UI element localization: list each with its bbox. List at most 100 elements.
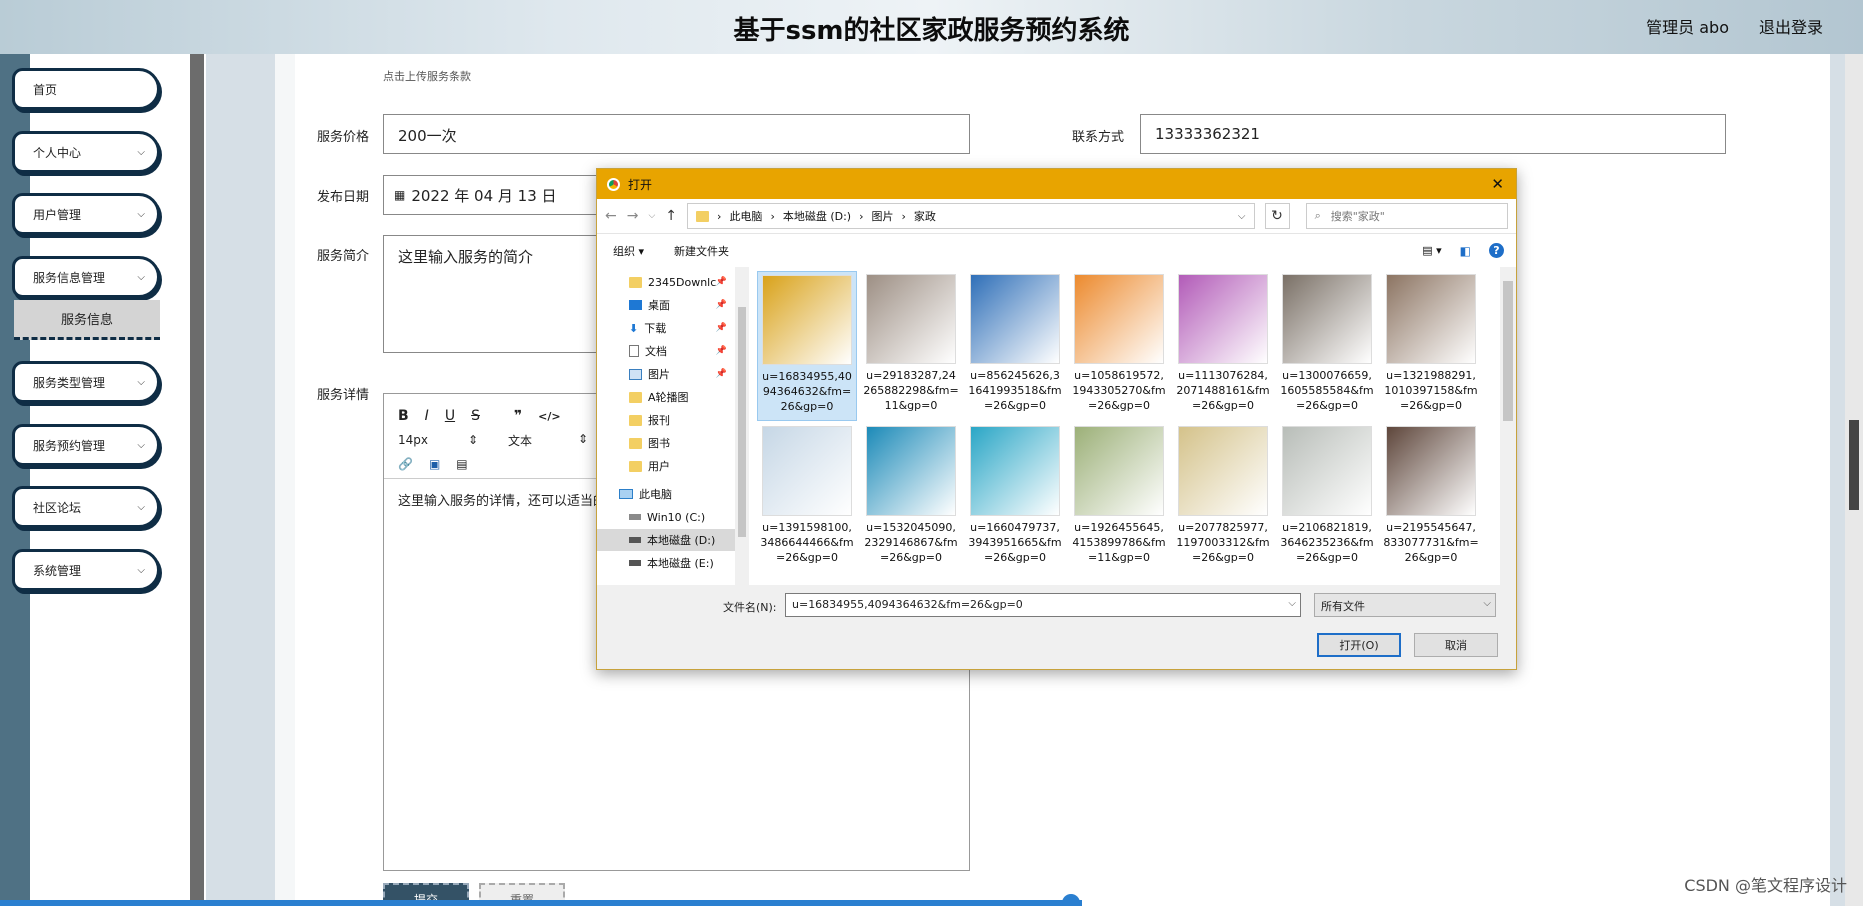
tree-item-documents[interactable]: 文档 📌 [597, 340, 735, 362]
file-thumbnail[interactable]: u=2077825977,1197003312&fm=26&gp=0 [1173, 423, 1273, 573]
file-name: u=2077825977,1197003312&fm=26&gp=0 [1176, 521, 1270, 564]
filetype-select[interactable]: 所有文件 ⌵ [1314, 593, 1496, 617]
tree-label: Win10 (C:) [647, 510, 706, 524]
menu-label: 个人中心 [33, 145, 82, 160]
menu-service-type-management[interactable]: 服务类型管理 ⌵ [12, 361, 160, 403]
breadcrumb-jiazheng[interactable]: 家政 [914, 208, 936, 224]
menu-user-management[interactable]: 用户管理 ⌵ [12, 193, 160, 235]
view-mode-icon[interactable]: ▤ ▾ [1422, 244, 1441, 257]
progress-handle[interactable] [1062, 894, 1080, 906]
bold-icon[interactable]: B [398, 408, 409, 424]
tree-item-desktop[interactable]: 桌面 📌 [597, 294, 735, 316]
quote-icon[interactable]: ❞ [514, 408, 522, 424]
file-thumbnail[interactable]: u=16834955,4094364632&fm=26&gp=0 [757, 271, 857, 421]
file-thumbnail[interactable]: u=1926455645,4153899786&fm=11&gp=0 [1069, 423, 1169, 573]
file-thumbnail[interactable]: u=1113076284,2071488161&fm=26&gp=0 [1173, 271, 1273, 421]
code-icon[interactable]: </> [538, 410, 560, 423]
preview-pane-icon[interactable]: ◧ [1460, 244, 1471, 258]
search-placeholder: 搜索"家政" [1330, 210, 1385, 223]
chrome-icon [607, 177, 620, 191]
submenu-service-info[interactable]: 服务信息 [14, 300, 160, 340]
italic-icon[interactable]: I [425, 408, 429, 424]
file-thumbnail[interactable]: u=1660479737,3943951665&fm=26&gp=0 [965, 423, 1065, 573]
up-arrow-icon[interactable]: ↑ [665, 208, 677, 224]
help-icon[interactable]: ? [1489, 243, 1504, 258]
chevron-down-icon[interactable]: ⌵ [1483, 598, 1491, 609]
font-size-select[interactable]: 14px ⇕ [398, 433, 478, 447]
menu-personal-center[interactable]: 个人中心 ⌵ [12, 131, 160, 173]
link-icon[interactable]: 🔗 [398, 457, 413, 471]
tree-item-drive-c[interactable]: Win10 (C:) [597, 506, 735, 528]
tree-scrollbar-thumb[interactable] [738, 307, 746, 537]
cancel-button[interactable]: 取消 [1414, 633, 1498, 657]
sidebar-scrollbar[interactable] [190, 54, 204, 906]
page-scrollbar-thumb[interactable] [1849, 420, 1859, 510]
breadcrumb-sep: › [901, 209, 906, 223]
format-select[interactable]: 文本 ⇕ [508, 432, 588, 449]
file-thumbnail[interactable]: u=1532045090,2329146867&fm=26&gp=0 [861, 423, 961, 573]
drive-icon [629, 514, 641, 520]
file-thumbnail[interactable]: u=856245626,31641993518&fm=26&gp=0 [965, 271, 1065, 421]
upload-terms-hint[interactable]: 点击上传服务条款 [383, 68, 471, 84]
tree-item-pictures[interactable]: 图片 📌 [597, 363, 735, 385]
organize-label: 组织 [613, 244, 635, 258]
file-thumbnail[interactable]: u=1300076659,1605585584&fm=26&gp=0 [1277, 271, 1377, 421]
tree-item-this-pc[interactable]: 此电脑 [597, 483, 735, 505]
tree-label: 下载 [644, 322, 667, 335]
date-input[interactable]: ▦ 2022 年 04 月 13 日 [383, 175, 603, 215]
search-box[interactable]: ⌕ 搜索"家政" [1305, 203, 1508, 229]
filename-input[interactable]: u=16834955,4094364632&fm=26&gp=0 ⌵ [785, 593, 1301, 617]
tree-item-carousel[interactable]: A轮播图 [597, 386, 735, 408]
menu-label: 系统管理 [33, 563, 82, 578]
back-arrow-icon[interactable]: ← [605, 208, 617, 224]
breadcrumb-pictures[interactable]: 图片 [872, 208, 894, 224]
menu-label: 社区论坛 [33, 500, 82, 515]
breadcrumb-disk-d[interactable]: 本地磁盘 (D:) [783, 208, 851, 224]
address-bar[interactable]: › 此电脑 › 本地磁盘 (D:) › 图片 › 家政 ⌵ [687, 203, 1255, 229]
image-icon[interactable]: ▣ [429, 457, 440, 471]
file-thumbnail[interactable]: u=1321988291,1010397158&fm=26&gp=0 [1381, 271, 1481, 421]
menu-system-management[interactable]: 系统管理 ⌵ [12, 549, 160, 591]
file-open-dialog: 打开 ✕ ← → ⌵ ↑ › 此电脑 › 本地磁盘 (D:) › 图片 › 家政… [596, 168, 1517, 670]
file-thumbnail[interactable]: u=2106821819,3646235236&fm=26&gp=0 [1277, 423, 1377, 573]
image-preview [762, 275, 852, 365]
menu-service-info-management[interactable]: 服务信息管理 ⌵ [12, 256, 160, 298]
new-folder-button[interactable]: 新建文件夹 [674, 243, 729, 259]
tree-item-newspaper[interactable]: 报刊 [597, 409, 735, 431]
open-button[interactable]: 打开(O) [1317, 633, 1401, 657]
menu-service-booking-management[interactable]: 服务预约管理 ⌵ [12, 424, 160, 466]
tree-item-drive-d[interactable]: 本地磁盘 (D:) [597, 529, 735, 551]
file-thumbnail[interactable]: u=29183287,24265882298&fm=11&gp=0 [861, 271, 961, 421]
file-thumbnail[interactable]: u=2195545647,833077731&fm=26&gp=0 [1381, 423, 1481, 573]
tree-item-users[interactable]: 用户 [597, 455, 735, 477]
editor-content[interactable]: 这里输入服务的详情，还可以适当的 [398, 490, 606, 509]
forward-arrow-icon[interactable]: → [627, 208, 639, 224]
underline-icon[interactable]: U [445, 408, 455, 424]
chevron-down-icon[interactable]: ⌵ [1238, 211, 1246, 222]
logout-link[interactable]: 退出登录 [1759, 14, 1823, 38]
tree-item-downloads[interactable]: ⬇ 下载 📌 [597, 317, 735, 339]
close-icon[interactable]: ✕ [1491, 175, 1504, 193]
intro-label: 服务简介 [317, 249, 370, 264]
chevron-down-icon[interactable]: ⌵ [1288, 598, 1296, 609]
strikethrough-icon[interactable]: S [471, 408, 480, 424]
price-input[interactable]: 200一次 [383, 114, 970, 154]
tree-label: A轮播图 [648, 391, 689, 404]
menu-home[interactable]: 首页 [12, 68, 160, 110]
breadcrumb-this-pc[interactable]: 此电脑 [729, 208, 762, 224]
tree-item-drive-e[interactable]: 本地磁盘 (E:) [597, 552, 735, 574]
recent-dropdown-icon[interactable]: ⌵ [648, 211, 655, 221]
video-icon[interactable]: ▤ [456, 457, 467, 471]
refresh-icon[interactable]: ↻ [1264, 203, 1290, 229]
image-preview [1386, 426, 1476, 516]
tree-item-books[interactable]: 图书 [597, 432, 735, 454]
file-thumbnail[interactable]: u=1391598100,3486644466&fm=26&gp=0 [757, 423, 857, 573]
contact-input[interactable]: 13333362321 [1140, 114, 1726, 154]
tree-item-2345downloads[interactable]: 2345Downlc 📌 [597, 271, 735, 293]
menu-community-forum[interactable]: 社区论坛 ⌵ [12, 486, 160, 528]
organize-button[interactable]: 组织 ▾ [613, 243, 644, 259]
file-thumbnail[interactable]: u=1058619572,1943305270&fm=26&gp=0 [1069, 271, 1169, 421]
file-name: u=1113076284,2071488161&fm=26&gp=0 [1176, 369, 1270, 412]
dialog-titlebar[interactable]: 打开 ✕ [597, 169, 1516, 199]
grid-scrollbar-thumb[interactable] [1503, 281, 1513, 421]
